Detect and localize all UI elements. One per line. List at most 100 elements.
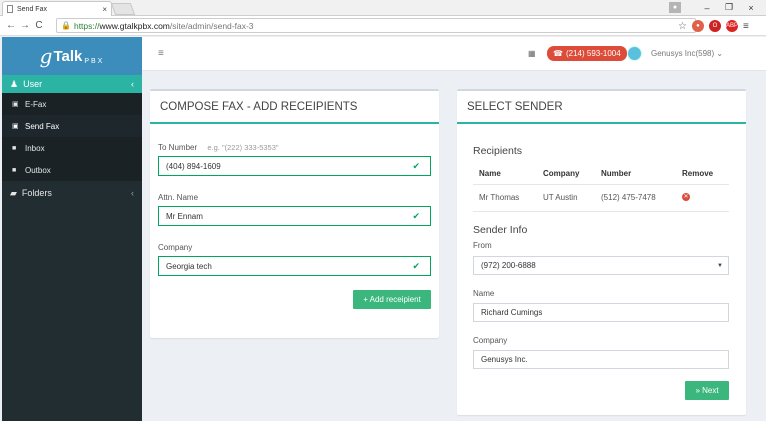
sender-company-input[interactable]: Genusys Inc. (473, 350, 729, 369)
check-icon: ✔ (412, 160, 420, 171)
remove-icon[interactable]: ✕ (682, 193, 690, 201)
user-icon: ♟ (10, 78, 19, 89)
company-value: Georgia tech (166, 261, 212, 271)
attn-name-value: Mr Ennam (166, 211, 203, 221)
sender-info-heading: Sender Info (473, 224, 528, 236)
column-header-number: Number (601, 169, 632, 178)
extension-icon[interactable]: ● (691, 20, 704, 32)
to-number-input[interactable]: (404) 894-1609 ✔ (158, 156, 431, 176)
folder-icon: ■ (12, 144, 17, 152)
browser-tab[interactable]: Send Fax × (2, 1, 112, 16)
next-button[interactable]: » Next (685, 381, 729, 400)
browser-tab-bar: Send Fax × ● – ❐ × (0, 0, 766, 16)
sidebar-item-efax[interactable]: ▣ E-Fax (2, 93, 142, 115)
forward-icon[interactable]: → (18, 20, 32, 31)
add-recipient-button[interactable]: + Add receipient (353, 290, 431, 309)
sender-company-label: Company (473, 336, 508, 345)
window-controls: – ❐ × (696, 0, 762, 15)
url-path: /site/admin/send-fax-3 (169, 20, 254, 31)
name-label: Name (473, 289, 495, 298)
from-label: From (473, 241, 492, 250)
sidebar-item-inbox[interactable]: ■ Inbox (2, 137, 142, 159)
recipient-company: UT Austin (543, 193, 578, 202)
account-menu[interactable]: Genusys Inc(598) ⌄ (651, 49, 723, 58)
chevron-left-icon: ‹ (131, 188, 134, 198)
sidebar-section-user[interactable]: ♟ User ‹ (2, 75, 142, 93)
attn-name-label: Attn. Name (158, 193, 199, 202)
from-select[interactable]: (972) 200-6888 ▼ (473, 256, 729, 275)
sender-company-value: Genusys Inc. (481, 355, 528, 364)
apps-grid-icon[interactable]: ▦ (528, 49, 536, 58)
sidebar-section-label: User (23, 79, 43, 89)
company-label: Company (158, 243, 193, 252)
maximize-icon[interactable]: ❐ (718, 2, 740, 13)
address-toolbar: ← → C 🔒 https:// www.gtalkpbx.com /site/… (0, 16, 766, 36)
sidebar-item-label: E-Fax (25, 99, 47, 109)
phone-badge[interactable]: ☎ (214) 593-1004 (547, 46, 627, 61)
logo[interactable]: g Talk PBX (2, 37, 142, 75)
table-divider (473, 184, 729, 185)
sidebar-item-send-fax[interactable]: ▣ Send Fax (2, 115, 142, 137)
sidebar-item-label: Inbox (25, 143, 45, 153)
sidebar-item-folders[interactable]: ▰ Folders ‹ (2, 181, 142, 205)
sender-card-title: SELECT SENDER (457, 91, 746, 124)
logo-talk: Talk (53, 47, 83, 65)
star-icon[interactable]: ☆ (678, 21, 687, 32)
reload-icon[interactable]: C (32, 20, 46, 31)
to-number-label: To Number e.g. "(222) 333-5353" (158, 143, 279, 152)
attn-name-input[interactable]: Mr Ennam ✔ (158, 206, 431, 226)
url-host: www.gtalkpbx.com (99, 20, 170, 31)
document-icon (7, 5, 13, 13)
table-divider (473, 211, 729, 212)
url-bar[interactable]: 🔒 https:// www.gtalkpbx.com /site/admin/… (56, 18, 696, 33)
url-scheme: https:// (73, 20, 100, 31)
logo-g: g (39, 44, 53, 68)
sidebar-item-label: Folders (21, 188, 52, 198)
tab-title: Send Fax (17, 5, 47, 13)
opera-icon[interactable]: O (708, 20, 721, 32)
from-value: (972) 200-6888 (481, 261, 536, 270)
minimize-icon[interactable]: – (696, 3, 718, 13)
new-tab-button[interactable] (110, 3, 136, 15)
compose-card-title: COMPOSE FAX - ADD RECEIPIENTS (150, 91, 439, 124)
column-header-name: Name (479, 169, 501, 178)
check-icon: ✔ (412, 260, 420, 271)
sidebar: g Talk PBX ♟ User ‹ ▣ E-Fax ▣ Send Fax ■… (2, 37, 142, 421)
folder-icon: ■ (12, 166, 17, 174)
column-header-remove: Remove (682, 169, 714, 178)
chevron-down-icon: ⌄ (716, 49, 724, 58)
folder-open-icon: ▰ (10, 187, 17, 198)
recipient-name: Mr Thomas (479, 193, 520, 202)
sidebar-item-label: Send Fax (25, 121, 60, 131)
sidebar-item-label: Outbox (25, 165, 51, 175)
hamburger-icon[interactable]: ≡ (158, 48, 164, 59)
app-header: ≡ ▦ ☎ (214) 593-1004 Genusys Inc(598) ⌄ (142, 37, 766, 71)
to-number-value: (404) 894-1609 (166, 161, 221, 171)
menu-icon[interactable]: ≡ (743, 21, 749, 32)
company-input[interactable]: Georgia tech ✔ (158, 256, 431, 276)
avatar[interactable] (627, 46, 642, 61)
adblock-icon[interactable]: ABP (725, 20, 738, 32)
headset-icon: ☎ (553, 49, 563, 58)
close-window-icon[interactable]: × (740, 3, 762, 13)
select-sender-card: SELECT SENDER Recipients Name Company Nu… (457, 89, 746, 415)
profile-icon[interactable]: ● (669, 2, 681, 13)
compose-fax-card: COMPOSE FAX - ADD RECEIPIENTS To Number … (150, 89, 439, 338)
extension-area: ☆ ● O ABP ≡ (678, 19, 749, 33)
check-icon: ✔ (412, 210, 420, 221)
close-tab-icon[interactable]: × (102, 5, 107, 14)
chevron-left-icon: ‹ (131, 79, 134, 89)
recipients-heading: Recipients (473, 145, 523, 157)
sidebar-item-outbox[interactable]: ■ Outbox (2, 159, 142, 181)
account-name: Genusys Inc(598) (651, 49, 715, 58)
fax-icon: ▣ (12, 101, 19, 108)
logo-pbx: PBX (84, 57, 105, 65)
to-number-label-text: To Number (158, 143, 198, 152)
back-icon[interactable]: ← (4, 20, 18, 31)
lock-icon: 🔒 (61, 21, 71, 30)
dropdown-caret-icon: ▼ (717, 262, 723, 269)
fax-icon: ▣ (12, 123, 19, 130)
sender-name-input[interactable]: Richard Cumings (473, 303, 729, 322)
phone-number: (214) 593-1004 (565, 49, 621, 58)
recipient-number: (512) 475-7478 (601, 193, 656, 202)
